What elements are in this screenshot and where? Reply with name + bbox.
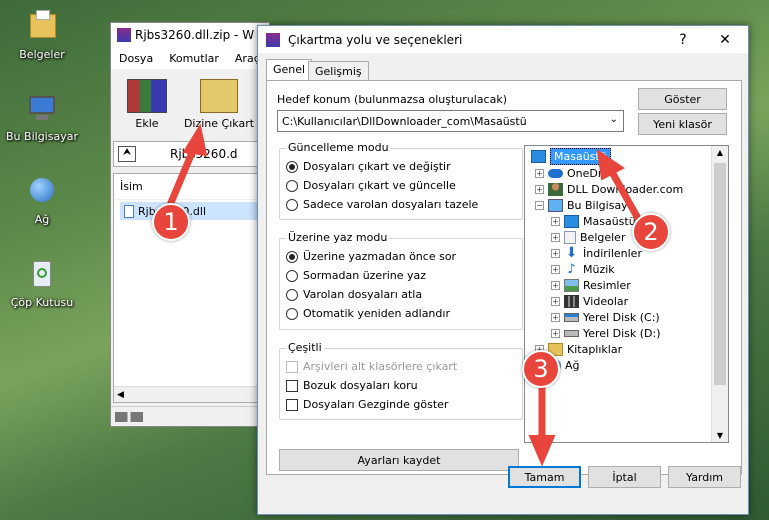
callout-badge-2: 2	[632, 213, 670, 251]
arrow-2-head	[596, 148, 625, 181]
callout-badge-1: 1	[152, 203, 190, 241]
callout-badge-3: 3	[522, 350, 560, 388]
arrow-3-head	[528, 435, 556, 467]
arrow-1	[166, 144, 198, 209]
arrow-2	[608, 168, 644, 226]
annotation-arrows	[166, 123, 644, 467]
arrow-1-head	[182, 123, 208, 157]
